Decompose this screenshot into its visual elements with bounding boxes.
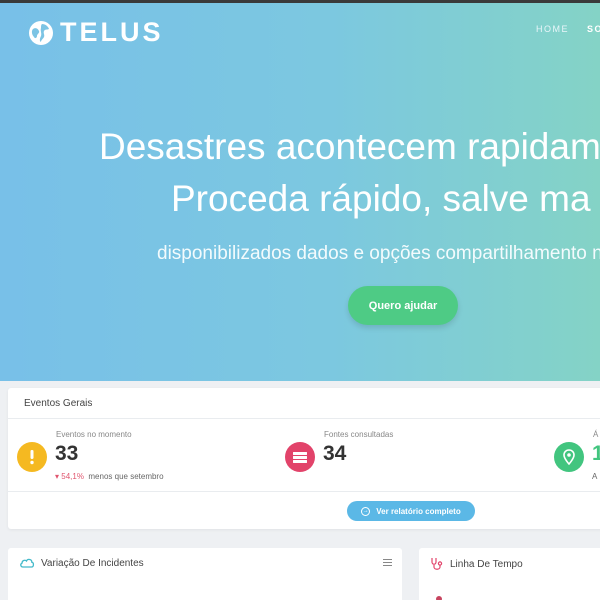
divider xyxy=(8,418,600,419)
full-report-button[interactable]: → Ver relatório completo xyxy=(347,501,475,521)
stat-value: 34 xyxy=(323,442,347,465)
arrow-down-icon: ▾ xyxy=(55,472,60,481)
hero-headline-line2: Proceda rápido, salve ma xyxy=(171,178,591,219)
cloud-icon xyxy=(20,558,35,568)
incidents-title: Variação De Incidentes xyxy=(41,557,144,569)
cta-button[interactable]: Quero ajudar xyxy=(348,286,458,325)
globe-icon xyxy=(29,20,53,45)
full-report-label: Ver relatório completo xyxy=(376,506,461,516)
timeline-header: Linha De Tempo xyxy=(430,557,523,571)
trend-text: menos que setembro xyxy=(88,472,164,481)
timeline-dot xyxy=(436,596,442,600)
incidents-panel: Variação De Incidentes xyxy=(8,548,402,600)
nav-home[interactable]: HOME xyxy=(536,24,569,34)
stat-value: 1 xyxy=(592,442,600,465)
main-nav: HOME SOB xyxy=(536,24,600,34)
arrow-circle-icon: → xyxy=(361,506,371,516)
hero-subheadline: disponibilizados dados e opções comparti… xyxy=(157,243,600,264)
stack-icon xyxy=(285,442,315,472)
nav-sobre[interactable]: SOB xyxy=(587,24,600,34)
divider xyxy=(8,491,600,492)
brand-name: TELUS xyxy=(60,17,164,47)
hero-headline: Desastres acontecem rapidam Proceda rápi… xyxy=(99,121,600,225)
panel-title: Eventos Gerais xyxy=(24,398,93,409)
stat-trend: ▾ 54,1% menos que setembro xyxy=(55,472,164,481)
incidents-header: Variação De Incidentes xyxy=(19,557,144,569)
brand-logo[interactable]: TELUS xyxy=(28,17,164,48)
menu-icon[interactable] xyxy=(383,559,392,568)
hero-headline-line1: Desastres acontecem rapidam xyxy=(99,126,600,167)
stat-label: Á xyxy=(593,430,599,439)
hero-banner: TELUS HOME SOB Desastres acontecem rapid… xyxy=(0,3,600,381)
stat-value: 33 xyxy=(55,442,79,465)
general-events-panel: Eventos Gerais Eventos no momento 33 ▾ 5… xyxy=(8,388,600,529)
stat-label: Fontes consultadas xyxy=(324,430,394,439)
stat-subtext: A xyxy=(592,472,598,481)
map-pin-icon xyxy=(554,442,584,472)
stat-label: Eventos no momento xyxy=(56,430,132,439)
stethoscope-icon xyxy=(431,558,443,570)
timeline-title: Linha De Tempo xyxy=(450,558,523,570)
timeline-panel: Linha De Tempo xyxy=(419,548,600,600)
trend-percent: 54,1% xyxy=(61,472,84,481)
warning-icon xyxy=(17,442,47,472)
